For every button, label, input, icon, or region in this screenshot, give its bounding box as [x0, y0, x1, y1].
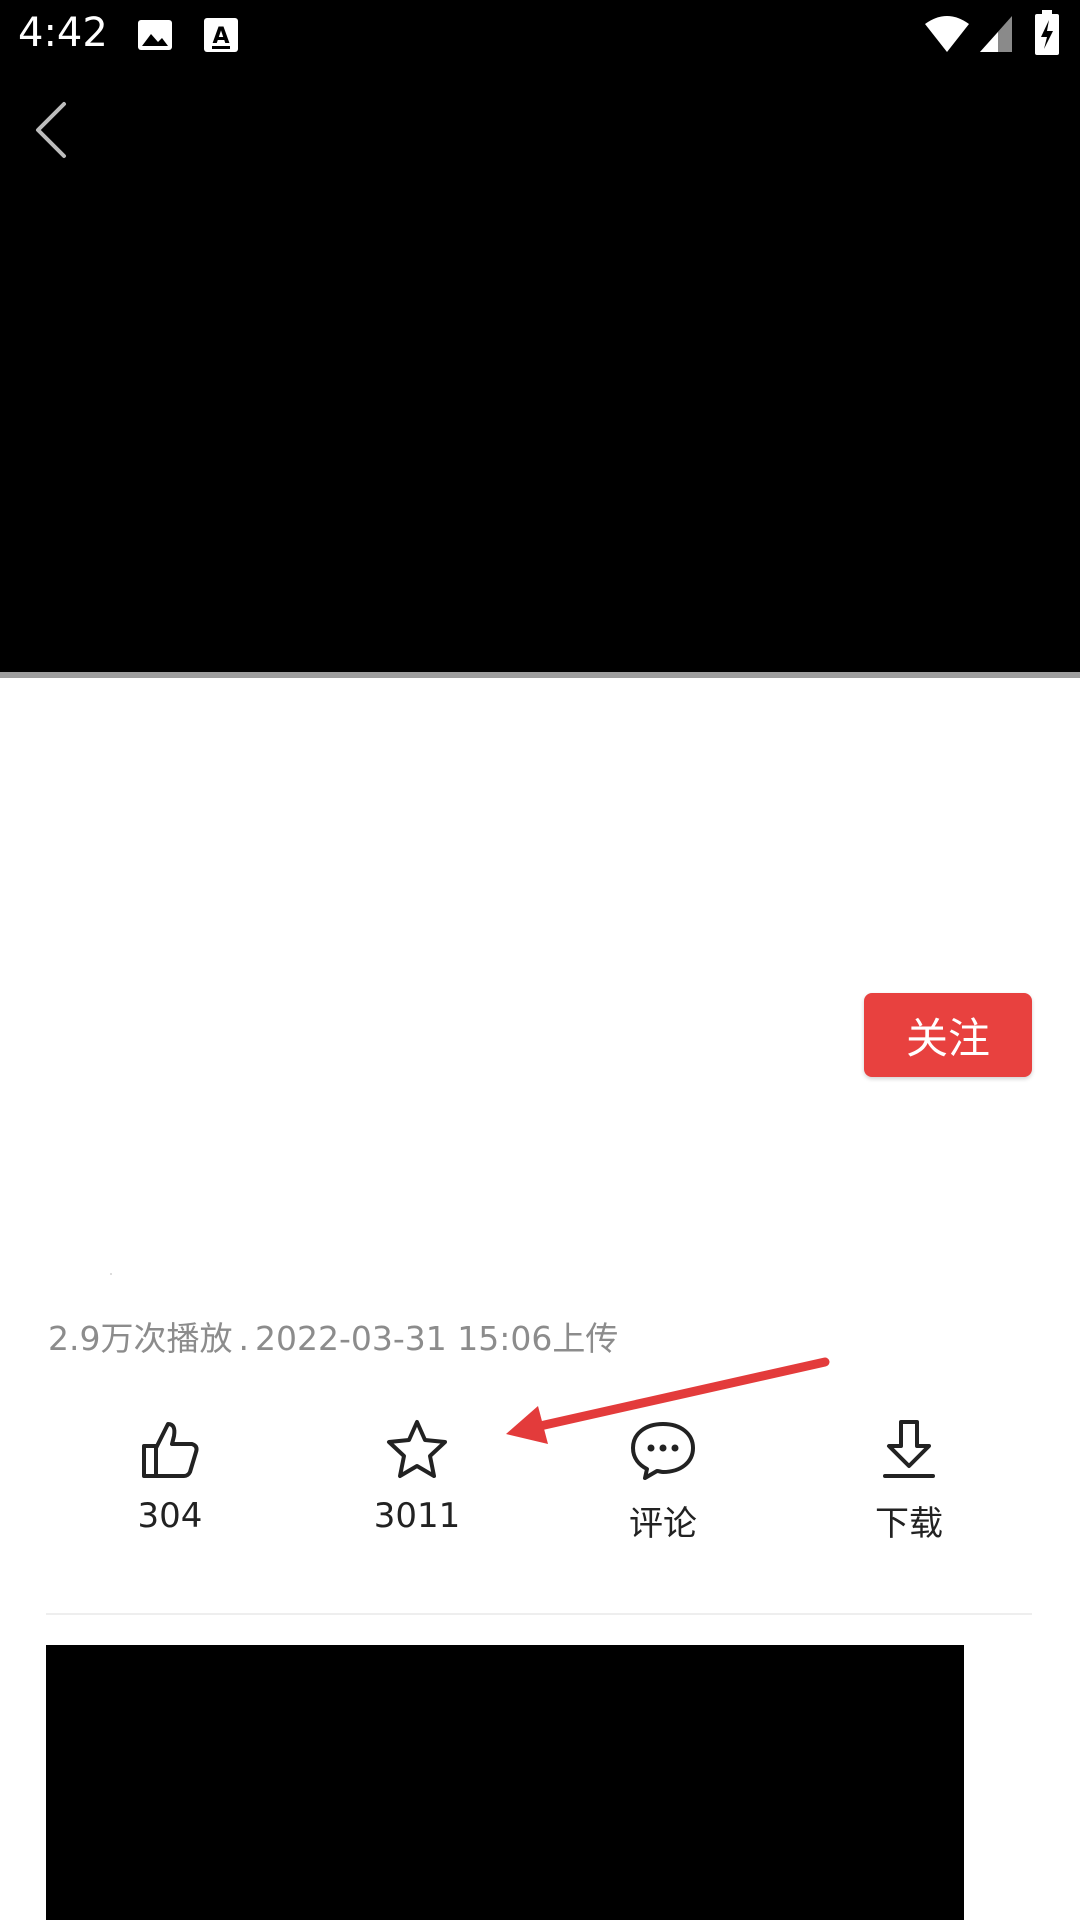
status-bar: 4:42 A	[0, 0, 1080, 72]
keyboard-a-icon: A	[202, 16, 240, 58]
thumbs-up-icon	[142, 1422, 199, 1478]
like-count: 304	[137, 1496, 203, 1536]
favorite-button[interactable]: 3011	[337, 1418, 497, 1558]
signal-icon	[978, 14, 1014, 58]
section-divider	[46, 1613, 1032, 1615]
image-icon	[136, 16, 174, 58]
download-icon	[883, 1420, 935, 1478]
status-time: 4:42	[18, 10, 108, 56]
favorite-count: 3011	[373, 1496, 461, 1536]
like-button[interactable]: 304	[90, 1418, 250, 1558]
star-icon	[387, 1420, 447, 1478]
wifi-icon	[924, 14, 970, 58]
speck	[110, 1273, 112, 1275]
annotation-arrow	[506, 1357, 830, 1444]
comment-label: 评论	[629, 1504, 697, 1544]
svg-text:A: A	[212, 24, 229, 49]
download-label: 下载	[875, 1504, 943, 1544]
battery-charging-icon	[1034, 10, 1060, 60]
video-player[interactable]	[0, 0, 1080, 672]
download-button[interactable]: 下载	[829, 1418, 989, 1558]
view-count: 2.9万次播放	[48, 1319, 233, 1358]
back-arrow-icon	[36, 102, 66, 158]
player-progress-track[interactable]	[0, 672, 1080, 678]
meta-separator: .	[238, 1319, 249, 1358]
related-video-thumbnail[interactable]	[46, 1645, 964, 1920]
follow-button[interactable]: 关注	[864, 993, 1032, 1077]
back-button[interactable]	[20, 90, 84, 170]
